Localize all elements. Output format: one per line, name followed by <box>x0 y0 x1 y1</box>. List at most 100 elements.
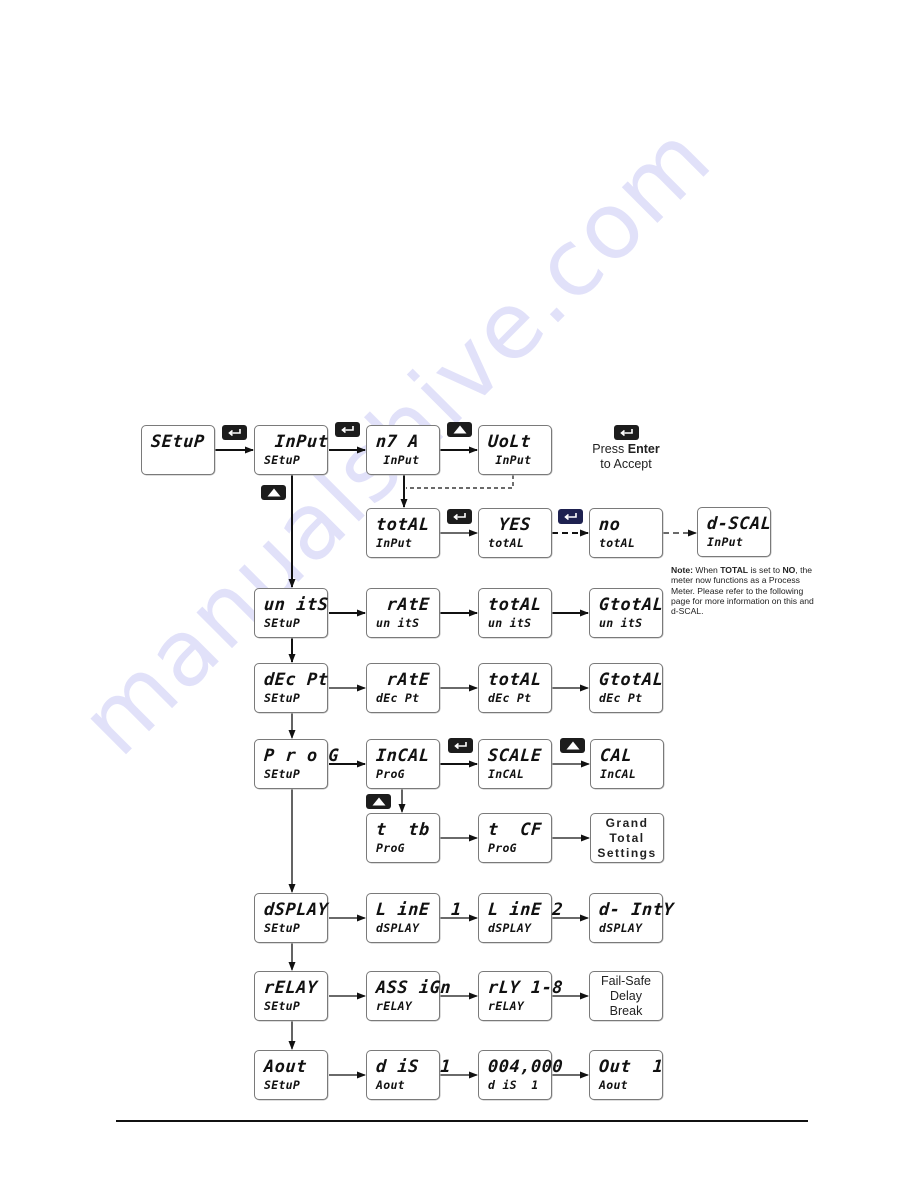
node-sublabel: InCAL <box>488 767 525 781</box>
node-sublabel: InCAL <box>600 767 637 781</box>
note-part: is set to <box>748 565 783 575</box>
node-label: rAtE <box>375 595 431 615</box>
note-no: NO <box>782 565 796 575</box>
up-key-button <box>261 485 286 500</box>
node-label: totAL <box>487 595 543 615</box>
node-sublabel: dEc Pt <box>376 691 420 705</box>
node-prog: P r o G SEtuP <box>254 739 340 789</box>
node-label: SEtuP <box>150 432 206 452</box>
node-label: InPut <box>263 432 330 452</box>
enter-key-icon <box>341 426 354 434</box>
node-sublabel: Aout <box>376 1078 405 1092</box>
node-total-units: totAL un itS <box>478 588 552 638</box>
node-label: Grand Total Settings <box>597 815 657 860</box>
up-arrow-icon <box>372 797 385 806</box>
node-label: rELAY <box>263 978 319 998</box>
enter-key-button <box>558 509 583 524</box>
node-sublabel: Aout <box>599 1078 628 1092</box>
note-part: When <box>692 565 721 575</box>
up-key-button <box>447 422 472 437</box>
node-label: t CF <box>487 820 543 840</box>
node-sublabel: InPut <box>707 535 744 549</box>
node-label: Fail-Safe Delay Break <box>600 973 652 1018</box>
note-total: TOTAL <box>720 565 749 575</box>
node-label: UoLt <box>487 432 532 452</box>
node-rate-units: rAtE un itS <box>366 588 440 638</box>
node-label: Aout <box>263 1057 308 1077</box>
enter-key-icon <box>228 429 241 437</box>
node-input: InPut SEtuP <box>254 425 330 475</box>
node-no: no totAL <box>589 508 663 558</box>
node-volt: UoLt InPut <box>478 425 552 475</box>
node-dis1: d iS 1 Aout <box>366 1050 452 1100</box>
node-sublabel: SEtuP <box>264 921 301 935</box>
node-total-decpt: totAL dEc Pt <box>478 663 552 713</box>
node-sublabel: SEtuP <box>264 691 301 705</box>
node-sublabel: dSPLAY <box>376 921 420 935</box>
node-line2: L inE 2 dSPLAY <box>478 893 564 943</box>
node-sublabel: SEtuP <box>264 453 301 467</box>
node-label: ASS iGn <box>375 978 452 998</box>
node-label: dEc Pt <box>263 670 330 690</box>
node-line1: L inE 1 dSPLAY <box>366 893 463 943</box>
node-sublabel: rELAY <box>376 999 413 1013</box>
node-label: totAL <box>375 515 431 535</box>
node-assign: ASS iGn rELAY <box>366 971 452 1021</box>
node-ma: n7 A InPut <box>366 425 440 475</box>
node-sublabel: un itS <box>376 616 420 630</box>
legend: Press Enter to Accept <box>583 425 669 472</box>
node-sublabel: ProG <box>376 767 405 781</box>
node-sublabel: ProG <box>376 841 405 855</box>
node-sublabel: d iS 1 <box>488 1078 539 1092</box>
enter-key-icon <box>454 742 467 750</box>
node-sublabel: SEtuP <box>264 767 301 781</box>
node-yes: YES totAL <box>478 508 552 558</box>
enter-key-icon <box>453 513 466 521</box>
node-label: rAtE <box>375 670 431 690</box>
node-label: un itS <box>263 595 330 615</box>
node-cal: CAL InCAL <box>590 739 664 789</box>
node-sublabel: InPut <box>376 536 413 550</box>
enter-key-button <box>222 425 247 440</box>
dashed-volt-total <box>406 475 514 489</box>
up-arrow-icon <box>566 741 579 750</box>
node-gtotal-decpt: GtotAL dEc Pt <box>589 663 665 713</box>
node-label: rLY 1-8 <box>487 978 564 998</box>
node-scale: SCALE InCAL <box>478 739 552 789</box>
node-sublabel: SEtuP <box>264 1078 301 1092</box>
enter-key-button <box>447 509 472 524</box>
enter-key-button <box>613 425 639 440</box>
node-sublabel: rELAY <box>488 999 525 1013</box>
node-total-input: totAL InPut <box>366 508 440 558</box>
node-label: d- IntY <box>598 900 675 920</box>
node-label: YES <box>487 515 532 535</box>
legend-prefix: Press <box>592 442 628 456</box>
node-rly-1-8: rLY 1-8 rELAY <box>478 971 564 1021</box>
node-label: dSPLAY <box>263 900 330 920</box>
up-key-button <box>560 738 585 753</box>
node-sublabel: dSPLAY <box>488 921 532 935</box>
legend-line-2: to Accept <box>600 457 652 471</box>
node-sublabel: dEc Pt <box>599 691 643 705</box>
node-label: L inE 1 <box>375 900 463 920</box>
node-label: CAL <box>599 746 633 766</box>
node-label: n7 A <box>375 432 420 452</box>
node-sublabel: dSPLAY <box>599 921 643 935</box>
node-sublabel: SEtuP <box>264 616 301 630</box>
node-label: t tb <box>375 820 431 840</box>
node-label: d-SCAL <box>706 514 773 534</box>
node-sublabel: InPut <box>488 453 532 467</box>
node-grand-total-settings: Grand Total Settings <box>590 813 664 863</box>
node-label: GtotAL <box>598 670 665 690</box>
node-out1: Out 1 Aout <box>589 1050 664 1100</box>
up-arrow-icon <box>453 425 466 434</box>
node-failsafe-delay-break: Fail-Safe Delay Break <box>589 971 663 1021</box>
node-incal: InCAL ProG <box>366 739 440 789</box>
node-ttb: t tb ProG <box>366 813 440 863</box>
node-gtotal-units: GtotAL un itS <box>589 588 664 638</box>
node-setup: SEtuP <box>141 425 215 475</box>
node-sublabel: InPut <box>376 453 420 467</box>
node-tcf: t CF ProG <box>478 813 552 863</box>
enter-key-icon <box>619 429 633 437</box>
node-label: InCAL <box>375 746 431 766</box>
